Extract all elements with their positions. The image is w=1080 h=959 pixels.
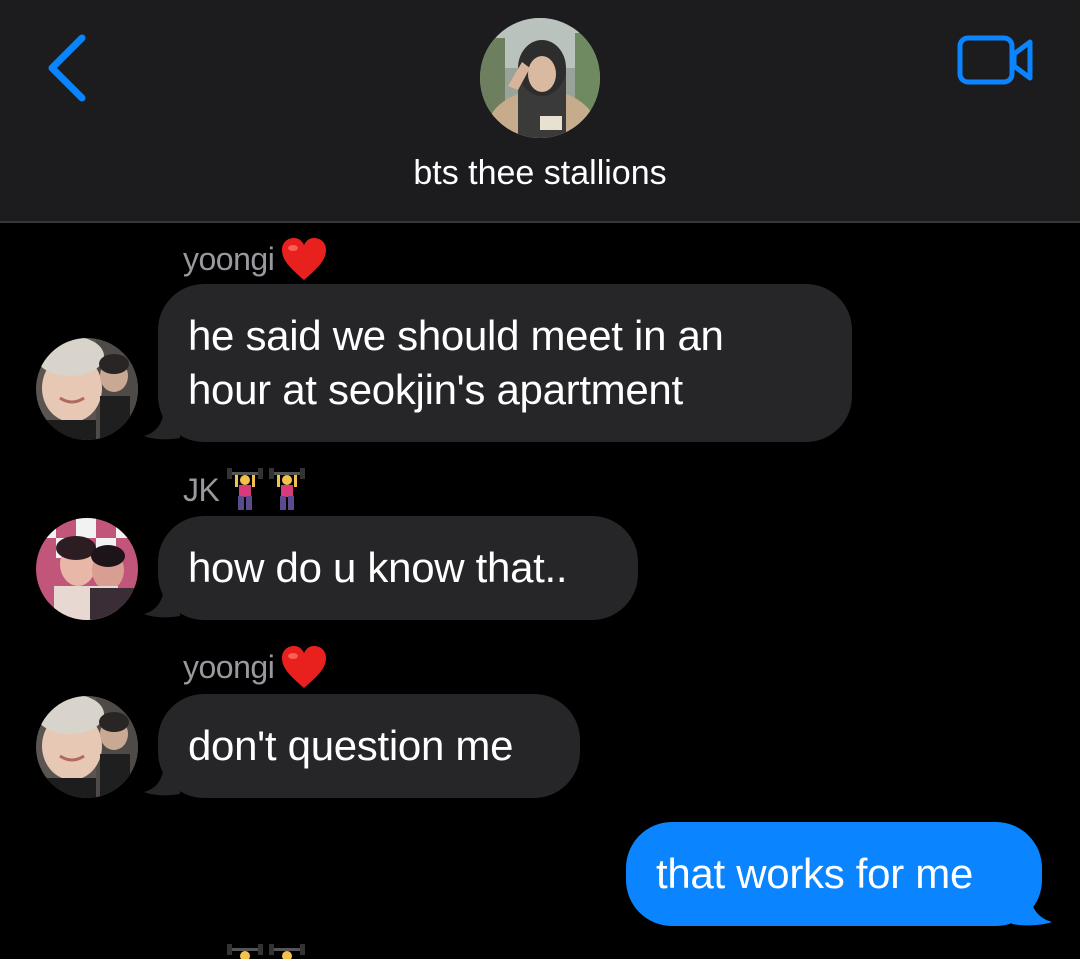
facetime-button[interactable] <box>956 34 1036 86</box>
red-heart-icon <box>282 646 327 688</box>
message-line: don't question me <box>188 722 514 769</box>
sender-name: yoongi <box>183 236 328 282</box>
sender-name: JK <box>183 466 309 514</box>
bubble-tail <box>144 760 180 796</box>
bubble-tail <box>144 582 180 618</box>
message-line: that works for me <box>656 850 973 897</box>
bubble-tail <box>144 404 180 440</box>
sender-label: yoongi <box>183 240 275 277</box>
chevron-left-icon <box>48 34 86 102</box>
message-line: hour at seokjin's apartment <box>188 366 683 413</box>
group-avatar[interactable] <box>480 18 600 138</box>
avatar-yoongi[interactable] <box>36 696 138 798</box>
avatar-jk[interactable] <box>36 518 138 620</box>
sender-label: yoongi <box>183 648 275 685</box>
conversation-title[interactable]: bts thee stallions <box>0 154 1080 193</box>
bubble-tail-outgoing <box>1012 890 1052 926</box>
video-camera-icon <box>957 35 1033 85</box>
red-heart-icon <box>282 238 327 280</box>
sender-label: JK <box>183 471 220 508</box>
avatar-yoongi[interactable] <box>36 338 138 440</box>
message-bubble[interactable]: don't question me <box>158 694 580 798</box>
weightlifter-icon <box>227 468 306 510</box>
conversation-header: bts thee stallions <box>0 0 1080 223</box>
back-button[interactable] <box>40 32 100 104</box>
weightlifter-icon <box>227 944 305 959</box>
message-bubble-outgoing[interactable]: that works for me <box>626 822 1042 926</box>
message-bubble[interactable]: how do u know that.. <box>158 516 638 620</box>
sender-name: yoongi <box>183 644 328 690</box>
message-line: how do u know that.. <box>188 544 568 591</box>
message-line: he said we should meet in an <box>188 312 724 359</box>
message-bubble[interactable]: he said we should meet in an hour at seo… <box>158 284 852 442</box>
